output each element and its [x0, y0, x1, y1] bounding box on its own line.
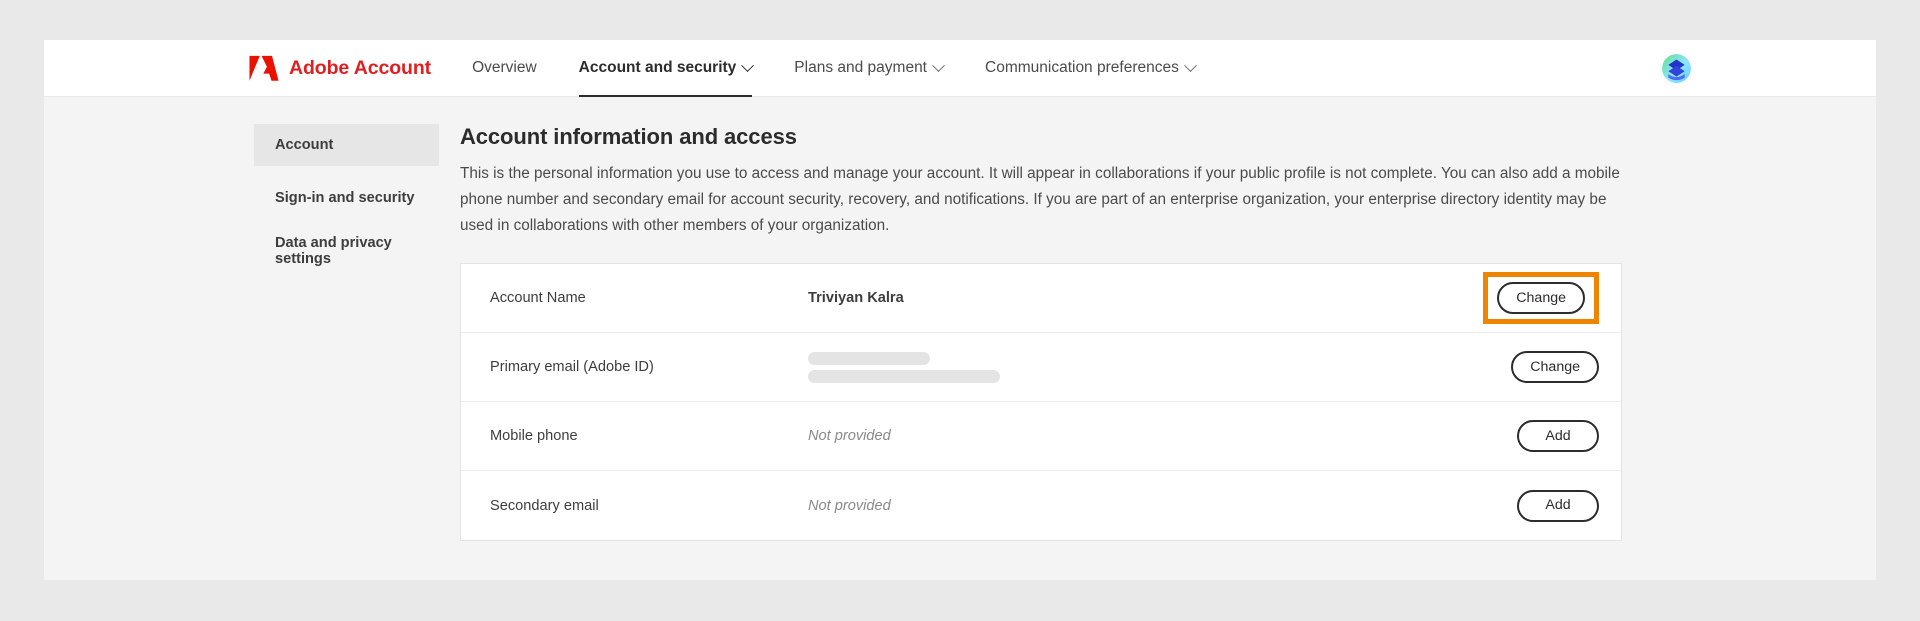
- row-action-secondary-email: Add: [1517, 489, 1599, 522]
- nav-item-overview-label: Overview: [472, 59, 537, 76]
- row-action-mobile-phone: Add: [1517, 420, 1599, 452]
- row-label-secondary-email: Secondary email: [490, 497, 599, 514]
- browser-viewport: Adobe Account Overview Account and secur…: [44, 40, 1876, 580]
- change-primary-email-button[interactable]: Change: [1511, 351, 1599, 383]
- sidebar-item-sign-in-and-security[interactable]: Sign-in and security: [254, 177, 439, 219]
- redacted-bar: [808, 369, 1000, 383]
- nav-item-communication-preferences[interactable]: Communication preferences: [985, 40, 1197, 97]
- sidebar-item-account[interactable]: Account: [254, 124, 439, 166]
- brand-name: Adobe Account: [289, 56, 432, 79]
- table-row: Account Name Triviyan Kalra Change: [461, 264, 1621, 333]
- table-row: Secondary email Not provided Add: [461, 471, 1621, 540]
- sidebar-item-account-label: Account: [275, 137, 334, 153]
- top-navigation-bar: Adobe Account Overview Account and secur…: [44, 40, 1876, 97]
- main-content: Account information and access This is t…: [439, 121, 1676, 541]
- sidebar: Account Sign-in and security Data and pr…: [254, 121, 439, 541]
- chevron-down-icon: [932, 58, 945, 72]
- primary-nav: Overview Account and security Plans and …: [472, 40, 1237, 97]
- user-avatar-icon[interactable]: [1662, 54, 1691, 83]
- sidebar-item-sign-in-and-security-label: Sign-in and security: [275, 190, 415, 206]
- row-value-mobile-phone: Not provided: [808, 428, 891, 444]
- page-body: Account Sign-in and security Data and pr…: [44, 97, 1876, 541]
- brand-logo-group[interactable]: Adobe Account: [249, 54, 432, 82]
- row-action-account-name: Change: [1483, 272, 1599, 324]
- account-information-table: Account Name Triviyan Kalra Change Prima…: [460, 263, 1622, 541]
- change-account-name-button[interactable]: Change: [1497, 282, 1585, 314]
- nav-item-plans-and-payment[interactable]: Plans and payment: [794, 40, 945, 97]
- page-description: This is the personal information you use…: [460, 165, 1620, 234]
- adobe-logo-icon: [249, 54, 279, 82]
- nav-item-overview[interactable]: Overview: [472, 40, 537, 97]
- row-label-account-name: Account Name: [490, 290, 586, 306]
- row-value-secondary-email: Not provided: [808, 497, 891, 514]
- sidebar-item-data-and-privacy-settings-label: Data and privacy settings: [275, 235, 392, 267]
- redacted-email-value: [808, 351, 1511, 383]
- page-title: Account information and access: [460, 124, 797, 149]
- chevron-down-icon: [1183, 58, 1197, 72]
- row-action-primary-email: Change: [1511, 351, 1599, 383]
- row-value-account-name: Triviyan Kalra: [808, 290, 904, 306]
- table-row: Mobile phone Not provided Add: [461, 402, 1621, 471]
- redacted-bar: [808, 351, 930, 365]
- row-value-primary-email: [808, 351, 1511, 383]
- nav-item-account-and-security-label: Account and security: [578, 59, 737, 76]
- nav-item-communication-preferences-label: Communication preferences: [985, 59, 1179, 76]
- nav-item-account-and-security[interactable]: Account and security: [578, 40, 755, 97]
- nav-item-plans-and-payment-label: Plans and payment: [794, 59, 927, 76]
- table-row: Primary email (Adobe ID) Change: [461, 333, 1621, 402]
- sidebar-item-data-and-privacy-settings[interactable]: Data and privacy settings: [254, 230, 439, 272]
- row-label-primary-email: Primary email (Adobe ID): [490, 359, 654, 375]
- row-label-mobile-phone: Mobile phone: [490, 428, 578, 444]
- add-secondary-email-button[interactable]: Add: [1517, 489, 1599, 522]
- add-mobile-phone-button[interactable]: Add: [1517, 420, 1599, 452]
- chevron-down-icon: [741, 58, 755, 72]
- highlight-annotation-box: Change: [1483, 272, 1599, 324]
